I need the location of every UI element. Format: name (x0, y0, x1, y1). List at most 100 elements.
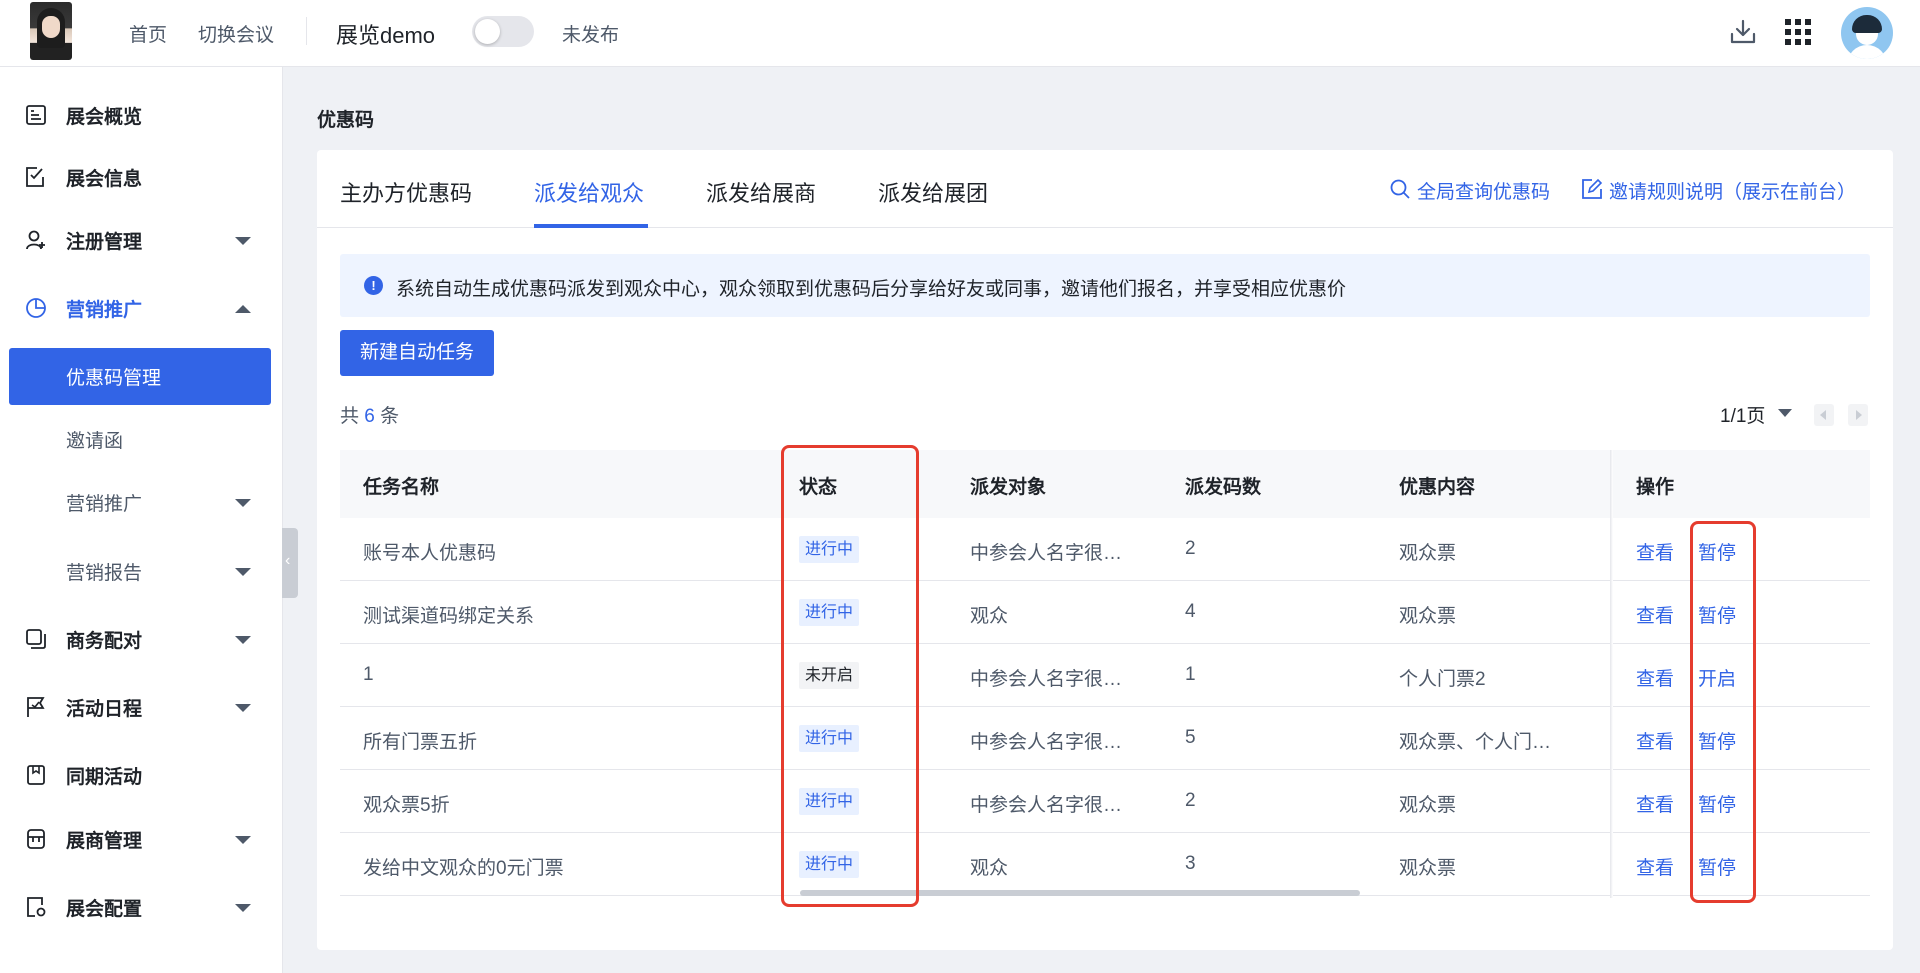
sidebar-item-label: 营销推广 (66, 494, 143, 515)
nav-switch-meeting-link[interactable]: 切换会议 (198, 20, 274, 47)
caret-right-icon (1856, 410, 1862, 420)
total-suffix: 条 (380, 406, 400, 427)
code-count: 4 (1185, 601, 1196, 622)
dispatch-target: 中参会人名字很… (970, 795, 1123, 816)
sidebar-item-label: 优惠码管理 (66, 368, 162, 389)
column-header-actions: 操作 (1636, 477, 1675, 498)
sidebar-item-exhibition-config[interactable]: 展会配置 (0, 879, 283, 935)
discount-content: 观众票 (1399, 543, 1457, 564)
dispatch-target: 观众 (970, 606, 1009, 627)
sidebar-item-label: 展会配置 (66, 899, 143, 920)
table-row: 发给中文观众的0元门票 进行中 观众 3 观众票 查看 暂停 (340, 833, 1870, 896)
global-search-coupon-label: 全局查询优惠码 (1417, 182, 1551, 203)
sidebar-item-label: 营销报告 (66, 563, 143, 584)
flag-icon (27, 697, 45, 717)
code-count: 5 (1185, 727, 1196, 748)
total-number: 6 (364, 406, 375, 427)
caret-left-icon (1820, 410, 1826, 420)
column-header-target: 派发对象 (970, 477, 1047, 498)
status-column-highlight (781, 445, 919, 907)
view-link[interactable]: 查看 (1636, 664, 1674, 691)
sidebar-item-label: 展会概览 (66, 107, 143, 128)
tab-bar: 主办方优惠码 派发给观众 派发给展商 派发给展团 全局查询优惠码 邀请规则说明（… (317, 150, 1893, 228)
info-notice: ! 系统自动生成优惠码派发到观众中心，观众领取到优惠码后分享给好友或同事，邀请他… (340, 254, 1870, 317)
code-count: 3 (1185, 853, 1196, 874)
sidebar-item-marketing[interactable]: 营销推广 (0, 280, 283, 336)
view-link[interactable]: 查看 (1636, 727, 1674, 754)
fixed-column-divider (1610, 450, 1613, 898)
bookmark-icon (27, 765, 45, 785)
view-link[interactable]: 查看 (1636, 601, 1674, 628)
tab-to-audience[interactable]: 派发给观众 (534, 176, 644, 208)
discount-content: 观众票 (1399, 795, 1457, 816)
task-name: 测试渠道码绑定关系 (363, 606, 535, 627)
dispatch-target: 中参会人名字很… (970, 732, 1123, 753)
top-header: 首页 切换会议 展览demo 未发布 (0, 0, 1920, 67)
chevron-down-icon (235, 568, 251, 576)
total-count: 共 6 条 (340, 401, 399, 428)
tab-to-exhibitors[interactable]: 派发给展商 (706, 176, 816, 208)
user-add-icon (26, 230, 45, 250)
sidebar-item-marketing-report[interactable]: 营销报告 (0, 543, 283, 599)
active-tab-indicator (534, 224, 648, 228)
tab-organizer-coupons[interactable]: 主办方优惠码 (340, 176, 472, 208)
page-title: 优惠码 (317, 110, 375, 131)
sidebar-item-exhibitor-management[interactable]: 展商管理 (0, 811, 283, 867)
code-count: 2 (1185, 790, 1196, 811)
sidebar-item-marketing-promotion[interactable]: 营销推广 (0, 474, 283, 530)
exhibition-title: 展览demo (336, 23, 436, 48)
sidebar-collapse-handle[interactable]: ‹ (282, 528, 298, 598)
chevron-down-icon (235, 636, 251, 644)
page-selector[interactable]: 1/1页 (1720, 401, 1765, 428)
notice-text: 系统自动生成优惠码派发到观众中心，观众领取到优惠码后分享给好友或同事，邀请他们报… (396, 279, 1347, 300)
view-link[interactable]: 查看 (1636, 853, 1674, 880)
sidebar-item-info[interactable]: 展会信息 (0, 149, 283, 205)
tab-to-exhibition-groups[interactable]: 派发给展团 (878, 176, 988, 208)
sidebar-item-label: 展会信息 (66, 169, 143, 190)
new-auto-task-button[interactable]: 新建自动任务 (340, 330, 494, 376)
code-count: 1 (1185, 664, 1196, 685)
nav-home-link[interactable]: 首页 (129, 20, 167, 47)
sidebar-item-concurrent-events[interactable]: 同期活动 (0, 747, 283, 803)
total-prefix: 共 (340, 406, 360, 427)
chevron-down-icon (235, 237, 251, 245)
view-link[interactable]: 查看 (1636, 538, 1674, 565)
chevron-down-icon (235, 499, 251, 507)
store-icon (27, 829, 45, 849)
sidebar-item-overview[interactable]: 展会概览 (0, 87, 283, 143)
logo[interactable] (30, 2, 72, 60)
dispatch-target: 中参会人名字很… (970, 543, 1123, 564)
sidebar-item-label: 活动日程 (66, 699, 143, 720)
main-card: 主办方优惠码 派发给观众 派发给展商 派发给展团 全局查询优惠码 邀请规则说明（… (317, 150, 1893, 950)
chevron-down-icon (235, 904, 251, 912)
sidebar-item-label: 营销推广 (66, 300, 143, 321)
task-name: 账号本人优惠码 (363, 543, 497, 564)
sidebar-item-coupon-management[interactable]: 优惠码管理 (9, 348, 271, 405)
chevron-down-icon[interactable] (1778, 409, 1792, 417)
table-row: 账号本人优惠码 进行中 中参会人名字很… 2 观众票 查看 暂停 (340, 518, 1870, 581)
invite-rules-label: 邀请规则说明（展示在前台） (1609, 182, 1857, 203)
column-header-discount: 优惠内容 (1399, 477, 1476, 498)
download-icon[interactable] (1727, 16, 1759, 48)
next-page-button[interactable] (1848, 404, 1868, 426)
user-avatar[interactable] (1841, 7, 1893, 59)
discount-content: 个人门票2 (1399, 669, 1486, 690)
view-link[interactable]: 查看 (1636, 790, 1674, 817)
publish-toggle[interactable] (472, 16, 534, 47)
publish-status: 未发布 (562, 25, 620, 46)
table-header: 任务名称 状态 派发对象 派发码数 优惠内容 操作 (340, 450, 1870, 518)
sidebar-item-registration[interactable]: 注册管理 (0, 212, 283, 268)
code-count: 2 (1185, 538, 1196, 559)
search-icon (1390, 179, 1410, 199)
sidebar: 展会概览 展会信息 注册管理 营销推广 优惠码管理 邀请函 营销推广 营销报告 … (0, 67, 283, 973)
sidebar-item-schedule[interactable]: 活动日程 (0, 679, 283, 735)
column-header-code-count: 派发码数 (1185, 477, 1262, 498)
prev-page-button[interactable] (1814, 404, 1834, 426)
discount-content: 观众票 (1399, 858, 1457, 879)
sidebar-item-business-matching[interactable]: 商务配对 (0, 611, 283, 667)
edit-icon (1582, 178, 1603, 199)
apps-grid-icon[interactable] (1782, 16, 1814, 48)
sidebar-item-label: 邀请函 (66, 431, 124, 452)
discount-content: 观众票 (1399, 606, 1457, 627)
sidebar-item-invitation[interactable]: 邀请函 (0, 411, 283, 467)
